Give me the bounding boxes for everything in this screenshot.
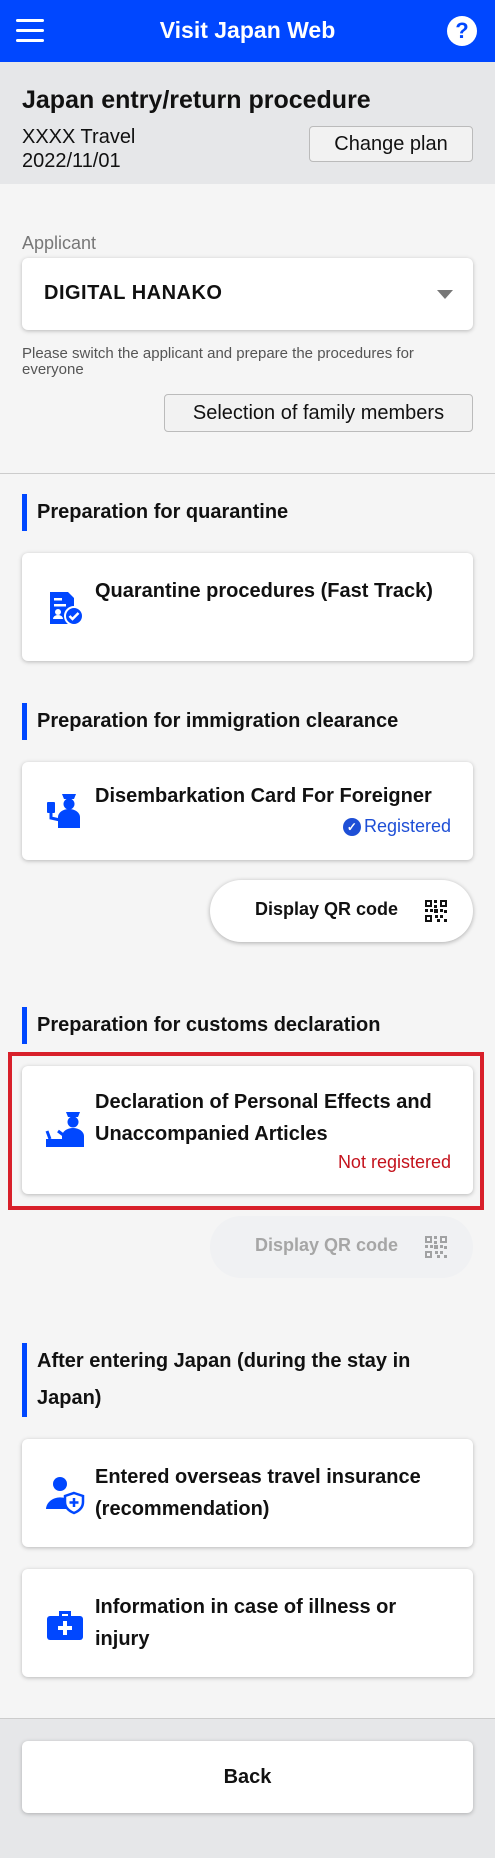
footer: Back xyxy=(0,1718,495,1858)
quarantine-heading: Preparation for quarantine xyxy=(22,494,472,531)
applicant-section: Applicant DIGITAL HANAKO Please switch t… xyxy=(0,184,495,474)
applicant-selected-value: DIGITAL HANAKO xyxy=(44,282,223,304)
medical-kit-icon xyxy=(47,1611,83,1640)
help-icon[interactable]: ? xyxy=(447,16,477,46)
customs-display-qr-button[interactable]: Display QR code xyxy=(210,1216,473,1278)
top-app-bar: Visit Japan Web ? xyxy=(0,0,495,62)
insurance-user-icon xyxy=(46,1477,85,1515)
app-title: Visit Japan Web xyxy=(159,17,336,43)
plan-header: Japan entry/return procedure XXXX Travel… xyxy=(0,62,495,184)
plan-name: XXXX Travel xyxy=(22,126,136,148)
after-entry-heading: After entering Japan (during the stay in… xyxy=(22,1343,472,1417)
plan-date: 2022/11/01 xyxy=(22,150,121,172)
quarantine-card-title: Quarantine procedures (Fast Track) xyxy=(95,580,433,602)
quarantine-card[interactable]: Quarantine procedures (Fast Track) xyxy=(22,553,473,661)
qr-code-icon xyxy=(425,1236,447,1258)
immigration-qr-label: Display QR code xyxy=(255,899,399,919)
immigration-status: ✓ Registered xyxy=(342,816,451,837)
immigration-officer-icon xyxy=(47,794,80,828)
qr-code-icon xyxy=(425,900,447,922)
dropdown-caret-icon xyxy=(437,290,453,299)
customs-status: Not registered xyxy=(337,1152,451,1172)
illness-card[interactable]: Information in case of illness or injury xyxy=(22,1569,473,1677)
section-divider xyxy=(0,473,495,474)
insurance-card-title: Entered overseas travel insurance (recom… xyxy=(95,1466,421,1520)
insurance-card[interactable]: Entered overseas travel insurance (recom… xyxy=(22,1439,473,1547)
immigration-status-label: Registered xyxy=(363,816,451,836)
applicant-select[interactable]: DIGITAL HANAKO xyxy=(22,258,473,330)
illness-card-title: Information in case of illness or injury xyxy=(95,1596,397,1650)
applicant-note: Please switch the applicant and prepare … xyxy=(22,345,414,378)
page-title: Japan entry/return procedure xyxy=(22,86,371,114)
customs-card[interactable]: Declaration of Personal Effects and Unac… xyxy=(22,1066,473,1194)
immigration-heading: Preparation for immigration clearance xyxy=(22,703,472,740)
registered-check-icon: ✓ xyxy=(342,818,361,836)
immigration-card-title: Disembarkation Card For Foreigner xyxy=(95,785,432,807)
applicant-label: Applicant xyxy=(22,233,97,253)
immigration-card[interactable]: Disembarkation Card For Foreigner ✓ Regis… xyxy=(22,762,473,860)
customs-heading: Preparation for customs declaration xyxy=(22,1007,472,1044)
immigration-display-qr-button[interactable]: Display QR code xyxy=(210,880,473,942)
family-members-button[interactable]: Selection of family members xyxy=(164,394,473,432)
change-plan-button[interactable]: Change plan xyxy=(309,126,473,162)
customs-officer-icon xyxy=(45,1112,84,1147)
back-button[interactable]: Back xyxy=(22,1741,473,1813)
quarantine-document-icon xyxy=(50,592,84,626)
customs-card-title: Declaration of Personal Effects and Unac… xyxy=(95,1091,432,1145)
customs-qr-label: Display QR code xyxy=(255,1235,399,1255)
